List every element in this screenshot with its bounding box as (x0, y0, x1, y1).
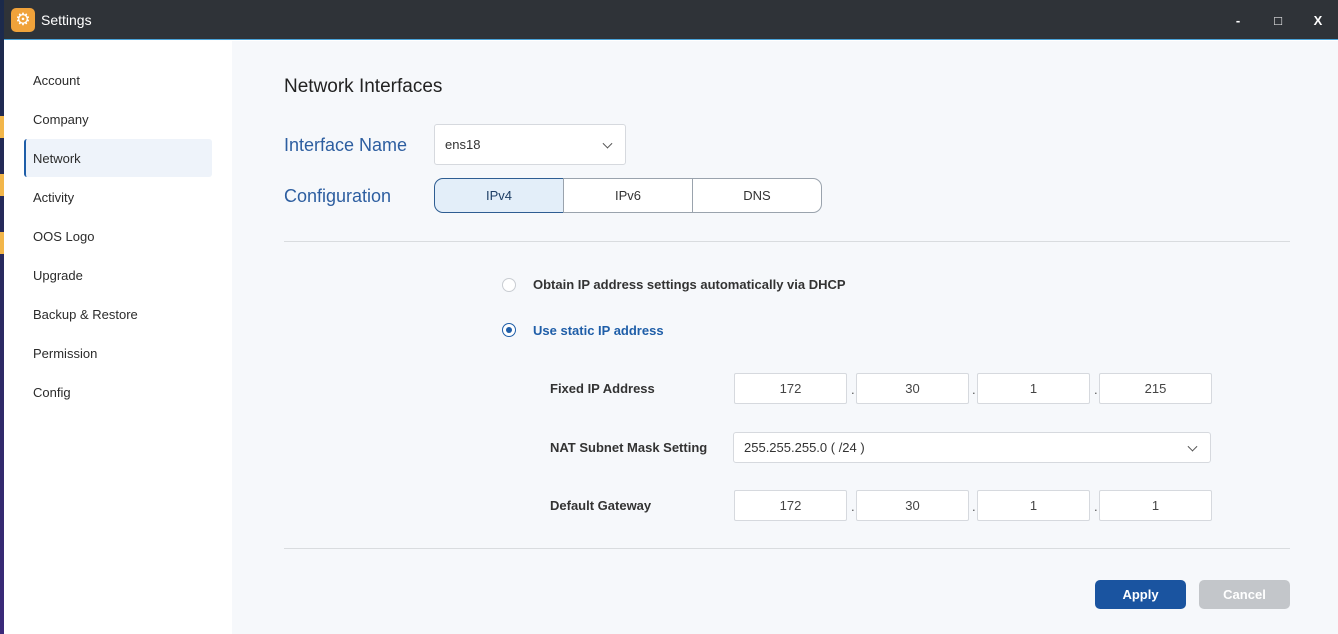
fixed-ip-octet-2[interactable]: 30 (856, 373, 969, 404)
sidebar-item-activity[interactable]: Activity (24, 178, 212, 216)
divider (284, 241, 1290, 242)
gateway-octet-4[interactable]: 1 (1099, 490, 1212, 521)
sidebar: Account Company Network Activity OOS Log… (4, 41, 232, 634)
gateway-octet-1[interactable]: 172 (734, 490, 847, 521)
sidebar-item-config[interactable]: Config (24, 373, 212, 411)
subnet-mask-label: NAT Subnet Mask Setting (550, 440, 708, 455)
chevron-down-icon (602, 138, 613, 149)
dhcp-option-label[interactable]: Obtain IP address settings automatically… (533, 277, 846, 292)
sidebar-item-network[interactable]: Network (24, 139, 212, 177)
default-gateway-label: Default Gateway (550, 498, 652, 513)
main-panel: Network Interfaces Interface Name ens18 … (232, 41, 1338, 634)
sidebar-item-oos-logo[interactable]: OOS Logo (24, 217, 212, 255)
subnet-mask-select[interactable]: 255.255.255.0 ( /24 ) (733, 432, 1211, 463)
apply-button[interactable]: Apply (1095, 580, 1186, 609)
title-bar: ⚙ Settings - □ X (4, 0, 1338, 40)
tab-dns[interactable]: DNS (692, 178, 822, 213)
page-title: Network Interfaces (284, 76, 443, 97)
subnet-mask-value: 255.255.255.0 ( /24 ) (744, 440, 865, 455)
static-ip-radio[interactable] (502, 323, 516, 337)
fixed-ip-octet-3[interactable]: 1 (977, 373, 1090, 404)
octet-separator: . (851, 499, 855, 514)
octet-separator: . (1094, 382, 1098, 397)
sidebar-item-backup-restore[interactable]: Backup & Restore (24, 295, 212, 333)
chevron-down-icon (1187, 441, 1198, 452)
fixed-ip-label: Fixed IP Address (550, 381, 655, 396)
gateway-octet-2[interactable]: 30 (856, 490, 969, 521)
fixed-ip-octet-4[interactable]: 215 (1099, 373, 1212, 404)
interface-select-value: ens18 (445, 137, 481, 152)
interface-select[interactable]: ens18 (434, 124, 626, 165)
octet-separator: . (972, 499, 976, 514)
static-ip-option-label[interactable]: Use static IP address (533, 323, 664, 338)
configuration-label: Configuration (284, 186, 392, 206)
close-button[interactable]: X (1298, 0, 1338, 40)
settings-window: ⚙ Settings - □ X Account Company Network… (4, 0, 1338, 634)
sidebar-item-permission[interactable]: Permission (24, 334, 212, 372)
fixed-ip-octet-1[interactable]: 172 (734, 373, 847, 404)
octet-separator: . (851, 382, 855, 397)
maximize-button[interactable]: □ (1258, 0, 1298, 40)
octet-separator: . (1094, 499, 1098, 514)
interface-name-label: Interface Name (284, 135, 408, 155)
window-title: Settings (41, 11, 92, 28)
cancel-button[interactable]: Cancel (1199, 580, 1290, 609)
octet-separator: . (972, 382, 976, 397)
gear-icon: ⚙ (11, 7, 35, 32)
sidebar-item-account[interactable]: Account (24, 61, 212, 99)
divider (284, 548, 1290, 549)
minimize-button[interactable]: - (1218, 0, 1258, 40)
sidebar-item-upgrade[interactable]: Upgrade (24, 256, 212, 294)
gateway-octet-3[interactable]: 1 (977, 490, 1090, 521)
dhcp-radio[interactable] (502, 278, 516, 292)
tab-ipv4[interactable]: IPv4 (434, 178, 564, 213)
tab-ipv6[interactable]: IPv6 (563, 178, 693, 213)
config-tabs: IPv4 IPv6 DNS (434, 178, 822, 213)
sidebar-item-company[interactable]: Company (24, 100, 212, 138)
